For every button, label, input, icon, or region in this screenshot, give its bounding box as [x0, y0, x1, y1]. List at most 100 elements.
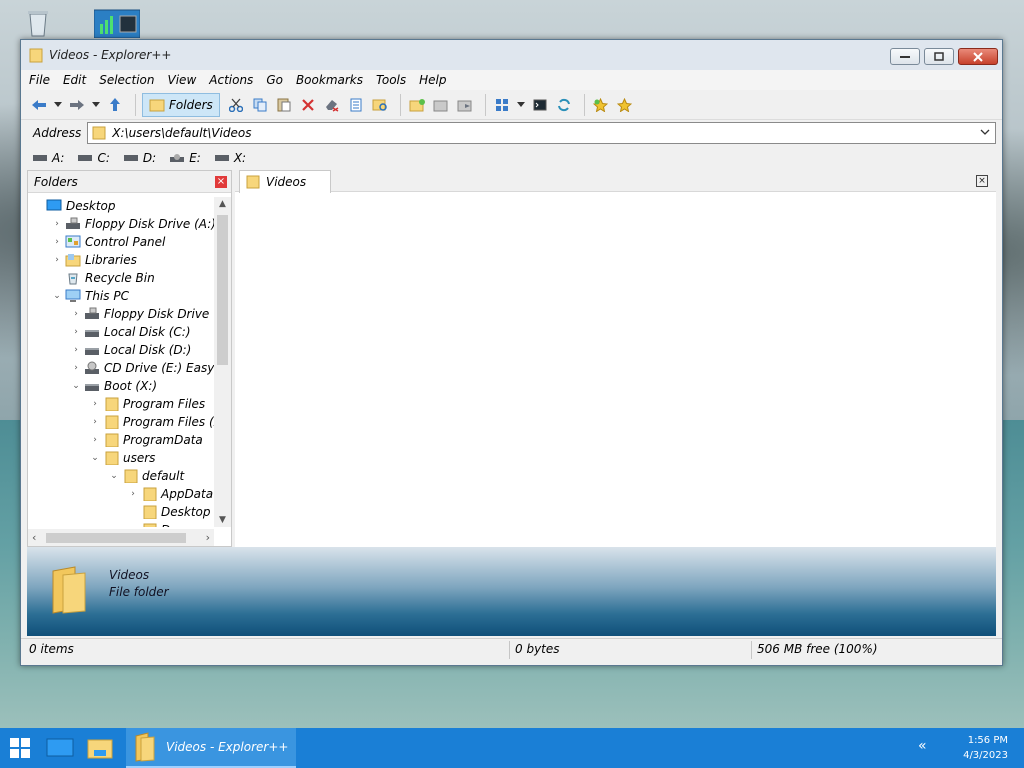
search-button[interactable] [370, 94, 390, 116]
folders-toggle-button[interactable]: Folders [142, 92, 220, 117]
tree-item[interactable]: › Local Disk (D:) [70, 341, 191, 359]
back-button[interactable] [29, 94, 49, 116]
taskbar-desktop-button[interactable] [40, 728, 80, 768]
forward-dropdown-button[interactable] [91, 94, 101, 116]
taskbar-explorer-plus-button[interactable]: Videos - Explorer++ [126, 728, 297, 768]
collapse-chevron-icon[interactable]: ⌄ [51, 291, 63, 301]
folder-tree-horizontal-scrollbar[interactable]: ‹ › [28, 529, 214, 546]
expand-chevron-icon[interactable]: › [89, 417, 101, 427]
menu-actions[interactable]: Actions [209, 73, 253, 87]
drive-c-button[interactable]: C: [78, 151, 110, 165]
expand-chevron-icon[interactable]: › [89, 435, 101, 445]
command-prompt-button[interactable] [530, 94, 550, 116]
delete-x-icon [301, 98, 314, 111]
tree-item[interactable]: › Local Disk (C:) [70, 323, 190, 341]
up-button[interactable] [105, 94, 125, 116]
address-input[interactable]: X:\users\default\Videos [87, 122, 996, 144]
delete-permanently-button[interactable] [322, 94, 342, 116]
close-tab-button[interactable]: × [976, 175, 988, 187]
menu-file[interactable]: File [29, 73, 50, 87]
refresh-button[interactable] [554, 94, 574, 116]
show-hidden-icons-chevron-icon[interactable]: « [918, 738, 927, 754]
add-bookmark-button[interactable] [591, 94, 611, 116]
tree-item[interactable]: › Program Files (x86) [89, 413, 214, 431]
expand-chevron-icon[interactable]: › [51, 219, 63, 229]
tree-item[interactable]: ⌄ users [89, 449, 155, 467]
collapse-chevron-icon[interactable]: ⌄ [70, 381, 82, 391]
scrollbar-thumb[interactable] [217, 215, 228, 365]
collapse-chevron-icon[interactable]: ⌄ [89, 453, 101, 463]
system-clock[interactable]: 1:56 PM 4/3/2023 [963, 733, 1008, 763]
tree-item[interactable]: › Libraries [51, 251, 137, 269]
tree-item[interactable]: Desktop [32, 197, 116, 215]
tree-item[interactable]: › Floppy Disk Drive (A:) [51, 215, 214, 233]
tree-item[interactable]: ⌄ This PC [51, 287, 129, 305]
scroll-left-icon[interactable]: ‹ [32, 531, 36, 544]
drive-d-button[interactable]: D: [123, 151, 156, 165]
file-explorer-icon [87, 739, 113, 759]
tree-item[interactable]: ⌄ Boot (X:) [70, 377, 157, 395]
tree-item[interactable]: Documents [127, 521, 214, 527]
menu-tools[interactable]: Tools [376, 73, 406, 87]
chevron-down-icon[interactable] [979, 126, 991, 138]
tree-item[interactable]: › Control Panel [51, 233, 165, 251]
expand-chevron-icon[interactable]: › [127, 489, 139, 499]
expand-chevron-icon[interactable]: › [89, 399, 101, 409]
expand-chevron-icon[interactable]: › [70, 309, 82, 319]
tree-item[interactable]: Recycle Bin [51, 269, 155, 287]
tree-item[interactable]: › CD Drive (E:) EasyKMS [70, 359, 214, 377]
drive-a-button[interactable]: A: [33, 151, 64, 165]
expand-chevron-icon[interactable]: › [51, 237, 63, 247]
copy-button[interactable] [250, 94, 270, 116]
minimize-button[interactable] [890, 48, 920, 65]
menu-selection[interactable]: Selection [99, 73, 154, 87]
expand-chevron-icon[interactable]: › [70, 327, 82, 337]
scroll-up-icon[interactable]: ▲ [214, 199, 231, 209]
back-dropdown-button[interactable] [53, 94, 63, 116]
views-dropdown-button[interactable] [516, 94, 526, 116]
drive-x-button[interactable]: X: [214, 151, 246, 165]
drive-e-button[interactable]: E: [170, 151, 201, 165]
tree-item[interactable]: › Floppy Disk Drive (A:) [70, 305, 214, 323]
folders-pane-close-button[interactable]: × [215, 176, 227, 188]
menu-edit[interactable]: Edit [63, 73, 86, 87]
menu-help[interactable]: Help [419, 73, 446, 87]
menu-view[interactable]: View [168, 73, 197, 87]
start-button[interactable] [0, 728, 40, 768]
collapse-chevron-icon[interactable]: ⌄ [108, 471, 120, 481]
eraser-icon [326, 99, 339, 112]
folder-tree-vertical-scrollbar[interactable]: ▲ ▼ [214, 197, 231, 527]
tree-item[interactable]: › ProgramData [89, 431, 203, 449]
expand-chevron-icon[interactable]: › [70, 345, 82, 355]
maximize-button[interactable] [924, 48, 954, 65]
expand-chevron-icon[interactable]: › [70, 363, 82, 373]
tab-videos[interactable]: Videos [239, 170, 331, 193]
copy-to-button[interactable] [431, 94, 451, 116]
properties-button[interactable] [346, 94, 366, 116]
new-folder-button[interactable] [407, 94, 427, 116]
views-button[interactable] [492, 94, 512, 116]
tree-item-label: Floppy Disk Drive (A:) [85, 217, 214, 231]
forward-button[interactable] [67, 94, 87, 116]
bookmarks-button[interactable] [615, 94, 635, 116]
close-button[interactable] [958, 48, 998, 65]
recycle-bin-desktop-icon[interactable] [22, 8, 62, 40]
scroll-right-icon[interactable]: › [206, 531, 210, 544]
title-bar[interactable]: Videos - Explorer++ [21, 40, 1002, 70]
file-list-pane[interactable]: Videos × [235, 170, 996, 547]
menu-bookmarks[interactable]: Bookmarks [296, 73, 363, 87]
delete-button[interactable] [298, 94, 318, 116]
paste-button[interactable] [274, 94, 294, 116]
taskbar-file-explorer-button[interactable] [80, 728, 120, 768]
tree-item[interactable]: Desktop [127, 503, 211, 521]
move-to-button[interactable] [455, 94, 475, 116]
scroll-down-icon[interactable]: ▼ [214, 515, 231, 525]
tree-item[interactable]: ⌄ default [108, 467, 184, 485]
expand-chevron-icon[interactable]: › [51, 255, 63, 265]
tree-item[interactable]: › Program Files [89, 395, 205, 413]
cut-button[interactable] [226, 94, 246, 116]
tree-item[interactable]: › AppData [127, 485, 213, 503]
network-monitor-desktop-icon[interactable] [93, 8, 141, 40]
scrollbar-thumb[interactable] [46, 533, 186, 543]
menu-go[interactable]: Go [266, 73, 283, 87]
